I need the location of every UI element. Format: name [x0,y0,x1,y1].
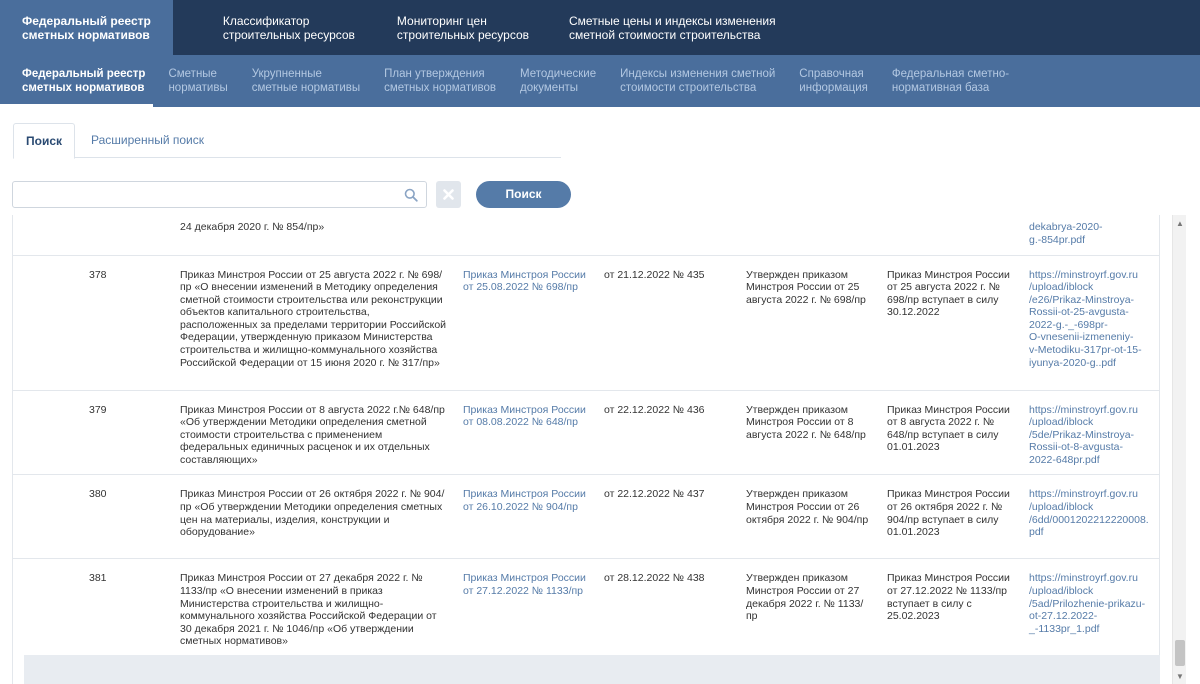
cell-registration: от 28.12.2022 № 438 [604,572,705,585]
subnav-item-estimate-norms[interactable]: Сметные нормативы [153,55,239,107]
subnav-item-line: Справочная [799,68,864,80]
subnav-item-aggregated-norms[interactable]: Укрупненные сметные нормативы [240,55,372,107]
subnav-item-methodical-docs[interactable]: Методические документы [508,55,608,107]
subnav-item-line: сметных нормативов [22,82,145,94]
topnav-item-line: строительных ресурсов [222,28,355,42]
cell-number: 378 [13,255,172,391]
subnav-item-line: нормативы [168,82,228,94]
topnav-item-federal-registry[interactable]: Федеральный реестр сметных нормативов [0,0,173,55]
close-icon [443,189,454,200]
table-row: 378 Приказ Минстроя России от 25 августа… [13,255,1159,391]
cell-description: Приказ Минстроя России от 27 декабря 202… [180,572,437,648]
cell-effective: Приказ Минстроя России от 25 августа 202… [879,255,1021,391]
search-button[interactable]: Поиск [476,181,571,208]
table-row: 24 декабря 2020 г. № 854/пр» dekabrya-20… [13,215,1159,256]
top-navigation: Федеральный реестр сметных нормативов Кл… [0,0,1200,55]
cell-document-url[interactable]: https://minstroyrf.gov.ru /upload/iblock… [1021,559,1159,656]
search-input[interactable] [13,182,393,207]
subnav-item-line: Индексы изменения сметной [620,68,776,80]
cell-registration [596,215,738,256]
search-tabs: Поиск Расширенный поиск [13,123,561,159]
cell-order-link [455,215,596,256]
cell-approved [738,215,879,256]
table-footer-bar [24,655,1160,684]
vertical-scrollbar[interactable]: ▲ ▼ [1172,215,1186,684]
subnav-item-cost-indices[interactable]: Индексы изменения сметной стоимости стро… [608,55,787,107]
cell-approved: Утвержден приказом Минстроя России от 26… [738,474,879,560]
topnav-item-classifier[interactable]: Классификатор строительных ресурсов [173,0,397,55]
scroll-up-arrow-icon[interactable]: ▲ [1173,217,1187,231]
cell-effective [879,215,1021,256]
scrollbar-thumb[interactable] [1175,640,1185,666]
cell-order-link[interactable]: Приказ Минстроя России от 26.10.2022 № 9… [455,474,596,560]
subnav-item-line: Укрупненные [251,68,322,80]
subnav-item-line: сметные нормативы [251,82,361,94]
cell-registration: от 22.12.2022 № 437 [596,474,738,560]
topnav-item-line: Мониторинг цен [396,14,487,28]
cell-effective: Приказ Минстроя России от 27.12.2022 № 1… [887,572,1010,623]
cell-registration: от 22.12.2022 № 436 [596,390,738,476]
cell-registration: от 21.12.2022 № 435 [596,255,738,391]
cell-order-link[interactable]: Приказ Минстроя России от 27.12.2022 № 1… [455,559,596,656]
cell-description: Приказ Минстроя России от 26 октября 202… [172,474,455,560]
sub-navigation: Федеральный реестр сметных нормативов См… [0,55,1200,107]
scroll-down-arrow-icon[interactable]: ▼ [1173,670,1187,684]
subnav-item-reference-info[interactable]: Справочная информация [787,55,880,107]
cell-effective: Приказ Минстроя России от 26 октября 202… [879,474,1021,560]
subnav-item-line: сметных нормативов [384,82,496,94]
subnav-item-line: Сметные [168,68,217,80]
topnav-item-line: сметных нормативов [22,28,150,42]
subnav-item-line: информация [799,82,868,94]
cell-number: 380 [13,474,172,560]
search-icon[interactable] [404,188,418,202]
cell-order-link[interactable]: Приказ Минстроя России от 25.08.2022 № 6… [455,255,596,391]
subnav-item-federal-base[interactable]: Федеральная сметно- нормативная база [880,55,1021,107]
topnav-item-line: Классификатор [222,14,310,28]
cell-approved: Утвержден приказом Минстроя России от 25… [738,255,879,391]
cell-description: Приказ Минстроя России от 8 августа 2022… [172,390,455,476]
subnav-item-line: Федеральная сметно- [891,68,1010,80]
clear-button[interactable] [436,181,461,208]
results-table: 24 декабря 2020 г. № 854/пр» dekabrya-20… [13,215,1159,656]
cell-effective: Приказ Минстроя России от 8 августа 2022… [879,390,1021,476]
cell-order-link[interactable]: Приказ Минстроя России от 08.08.2022 № 6… [455,390,596,476]
cell-description: 24 декабря 2020 г. № 854/пр» [172,215,455,256]
tab-advanced-search[interactable]: Расширенный поиск [91,123,204,159]
cell-approved: Утвержден приказом Минстроя России от 27… [746,572,864,623]
topnav-item-line: Федеральный реестр [22,14,151,28]
subnav-item-line: Методические [520,68,597,80]
cell-document-url[interactable]: https://minstroyrf.gov.ru /upload/iblock… [1021,255,1159,391]
cell-approved: Утвержден приказом Минстроя России от 8 … [738,390,879,476]
subnav-item-line: нормативная база [891,82,990,94]
subnav-item-line: стоимости строительства [620,82,757,94]
cell-number [13,215,172,256]
topnav-item-estimate-prices[interactable]: Сметные цены и индексы изменения сметной… [569,0,798,55]
table-row: 379 Приказ Минстроя России от 8 августа … [13,390,1159,476]
topnav-item-price-monitoring[interactable]: Мониторинг цен строительных ресурсов [397,0,569,55]
cell-document-url[interactable]: https://minstroyrf.gov.ru /upload/iblock… [1021,390,1159,476]
subnav-item-line: документы [520,82,579,94]
results-table-container: 24 декабря 2020 г. № 854/пр» dekabrya-20… [12,215,1160,684]
table-row: 381 Приказ Минстроя России от 27 декабря… [13,559,1159,656]
subnav-item-federal-registry[interactable]: Федеральный реестр сметных нормативов [0,55,154,107]
subnav-item-approval-plan[interactable]: План утверждения сметных нормативов [372,55,508,107]
cell-document-url[interactable]: dekabrya-2020- g.-854pr.pdf [1021,215,1159,256]
topnav-item-line: строительных ресурсов [396,28,530,42]
tab-search[interactable]: Поиск [13,123,75,159]
table-row: 380 Приказ Минстроя России от 26 октября… [13,474,1159,560]
topnav-item-line: сметной стоимости строительства [569,28,761,42]
subnav-item-line: План утверждения [384,68,485,80]
cell-document-url[interactable]: https://minstroyrf.gov.ru /upload/iblock… [1021,474,1159,560]
cell-number: 379 [13,390,172,476]
cell-number: 381 [89,572,107,585]
subnav-item-line: Федеральный реестр [22,68,146,80]
cell-description: Приказ Минстроя России от 25 августа 202… [172,255,455,391]
search-field [12,181,427,208]
topnav-item-line: Сметные цены и индексы изменения [569,14,776,28]
